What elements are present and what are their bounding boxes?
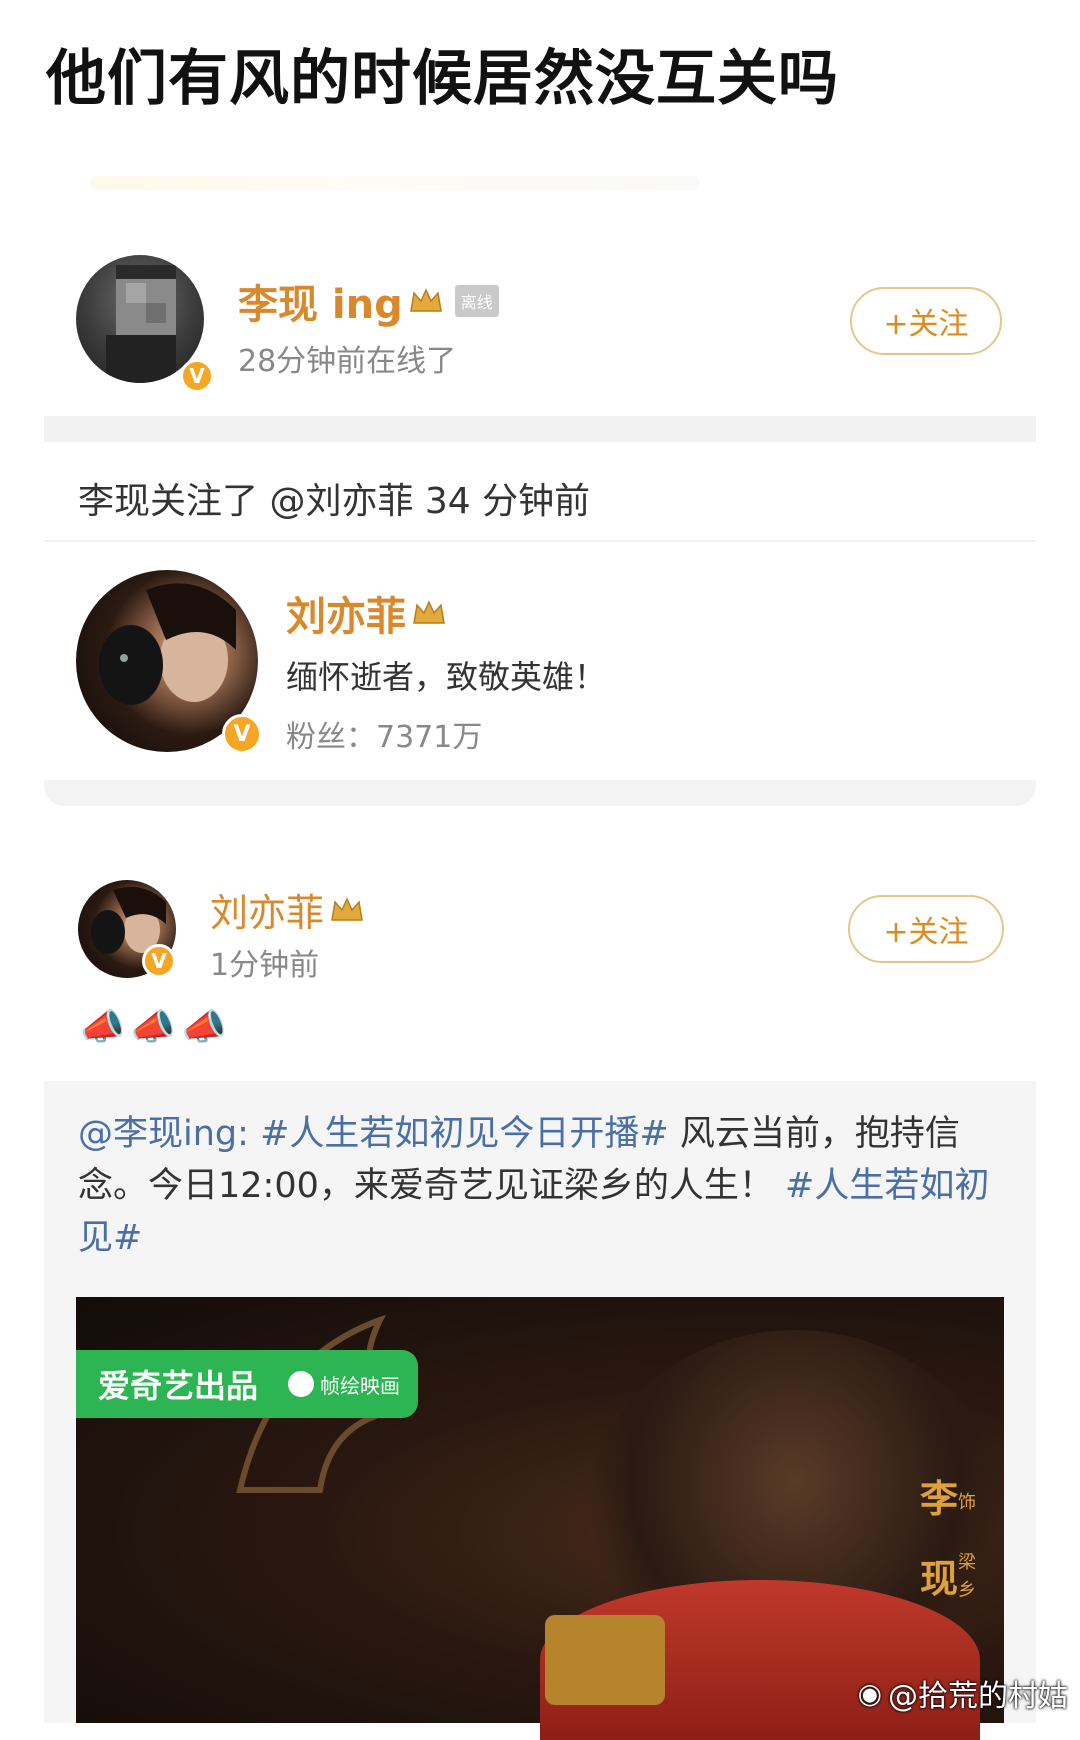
headline: 他们有风的时候居然没互关吗: [46, 44, 839, 114]
follow-button-liuyifei[interactable]: +关注: [848, 895, 1004, 963]
post-author-row: 刘亦菲: [210, 882, 366, 937]
partner-tag: 帧绘映画: [288, 1370, 400, 1399]
follow-event-text: 李现关注了 @刘亦菲 34 分钟前: [78, 481, 591, 522]
offline-status-tag: 离线: [454, 285, 499, 317]
brand-tag: 爱奇艺出品: [98, 1367, 259, 1405]
crown-icon: [407, 286, 445, 316]
weibo-watermark: ◉ @拾荒的村姑: [857, 1676, 1068, 1715]
hashtag-link[interactable]: #人生若如初见今日开播#: [260, 1114, 669, 1154]
cast-credit: 李 饰 现 梁 乡: [920, 1468, 980, 1618]
actor-name-char: 现: [920, 1557, 959, 1601]
followed-user-name[interactable]: 刘亦菲: [286, 584, 406, 642]
divider: [44, 416, 1036, 442]
role-name-char: 乡: [958, 1580, 976, 1601]
crown-icon: [328, 895, 366, 925]
profile-name-row: 李现 ing 离线: [238, 272, 499, 330]
online-time: 28分钟前在线了: [238, 344, 457, 379]
role-prefix: 饰: [958, 1492, 976, 1513]
post-author-name[interactable]: 刘亦菲: [210, 882, 324, 937]
card-bottom-edge: [44, 780, 1036, 806]
cap-emblem: [545, 1615, 665, 1705]
megaphone-emojis: 📣📣📣: [80, 1007, 233, 1048]
role-name-char: 梁: [958, 1552, 976, 1573]
mention-link[interactable]: @李现ing:: [78, 1114, 249, 1154]
iqiyi-production-tag: 爱奇艺出品 帧绘映画: [76, 1350, 418, 1418]
post-time: 1分钟前: [210, 948, 320, 983]
crown-icon: [410, 598, 448, 628]
followed-user-fans: 粉丝：7371万: [286, 720, 483, 755]
repost-text: @李现ing: #人生若如初见今日开播# 风云当前，抱持信念。今日12:00，来…: [78, 1108, 998, 1264]
followed-user-bio: 缅怀逝者，致敬英雄！: [286, 658, 607, 696]
verified-badge-icon: V: [180, 359, 214, 393]
weibo-logo-icon: ◉: [857, 1676, 882, 1710]
profile-name[interactable]: 李现 ing: [238, 272, 403, 330]
followed-user-name-row: 刘亦菲: [286, 584, 448, 642]
verified-badge-icon: V: [222, 714, 262, 754]
divider-thin: [44, 540, 1036, 542]
follow-button-lixian[interactable]: +关注: [850, 287, 1002, 355]
partner-logo-icon: [288, 1371, 315, 1397]
verified-badge-icon: V: [142, 944, 176, 978]
faded-previous-row: [90, 176, 700, 190]
actor-name-char: 李: [920, 1477, 959, 1521]
